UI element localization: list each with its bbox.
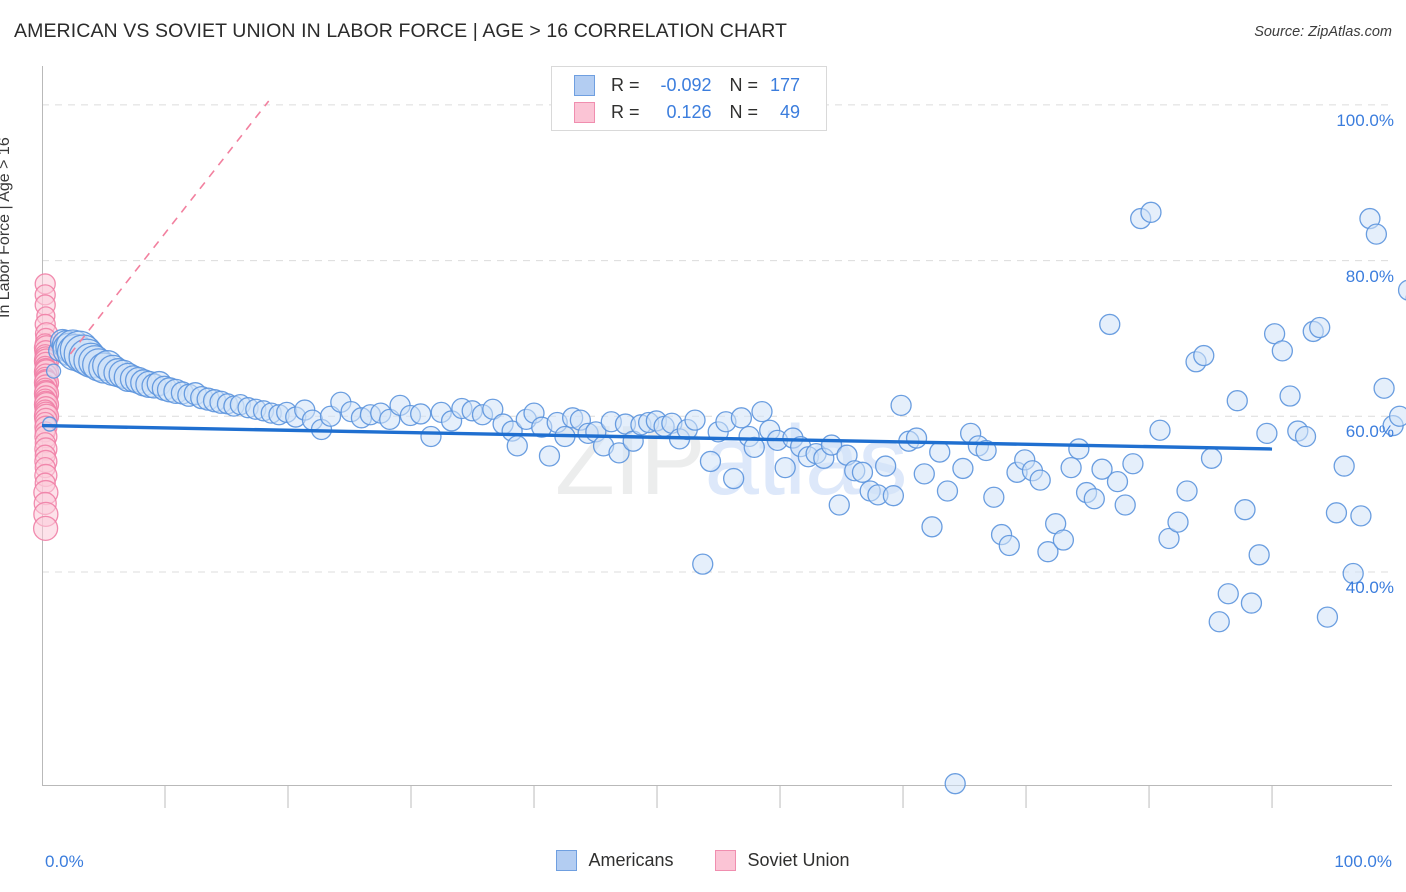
page-title: AMERICAN VS SOVIET UNION IN LABOR FORCE …	[14, 20, 788, 42]
r-label-soviet-union: R =	[611, 102, 640, 122]
soviet-union-points	[32, 273, 60, 542]
x-axis-ticks	[164, 786, 1273, 808]
legend-swatch-americans	[556, 850, 578, 871]
legend-label-americans: Americans	[588, 850, 674, 870]
correlation-chart: AMERICAN VS SOVIET UNION IN LABOR FORCE …	[0, 0, 1406, 892]
plot-area	[32, 66, 1406, 830]
americans-points	[42, 201, 1406, 795]
y-tick-label: 60.0%	[1345, 422, 1394, 442]
r-label-americans: R =	[611, 75, 640, 95]
legend-swatch-soviet-union	[715, 850, 737, 871]
series-legend: Americans Soviet Union	[0, 850, 1406, 871]
swatch-americans	[574, 75, 595, 96]
source-attribution: Source: ZipAtlas.com	[1254, 24, 1392, 40]
soviet-union-trendline	[69, 100, 270, 355]
r-value-americans: -0.092	[660, 75, 712, 95]
swatch-soviet-union	[574, 102, 595, 123]
stats-row-soviet-union: R = 0.126 N = 49	[552, 99, 826, 126]
stats-row-americans: R = -0.092 N = 177	[552, 72, 826, 99]
legend-item-soviet-union[interactable]: Soviet Union	[715, 850, 850, 871]
scatter-plot-svg	[32, 66, 1406, 808]
n-value-soviet-union: 49	[780, 102, 801, 122]
n-value-americans: 177	[769, 75, 801, 95]
legend-item-americans[interactable]: Americans	[556, 850, 673, 871]
r-value-soviet-union: 0.126	[666, 102, 712, 122]
correlation-stats-legend: R = -0.092 N = 177 R = 0.126 N = 49	[551, 66, 827, 131]
y-tick-label: 80.0%	[1345, 266, 1394, 286]
y-axis-title: In Labor Force | Age > 16	[0, 137, 13, 318]
y-tick-label: 40.0%	[1345, 577, 1394, 597]
y-tick-label: 100.0%	[1336, 110, 1394, 130]
gridlines	[42, 104, 1392, 573]
n-label-soviet-union: N =	[729, 102, 759, 122]
n-label-americans: N =	[729, 75, 759, 95]
legend-label-soviet-union: Soviet Union	[747, 850, 850, 870]
